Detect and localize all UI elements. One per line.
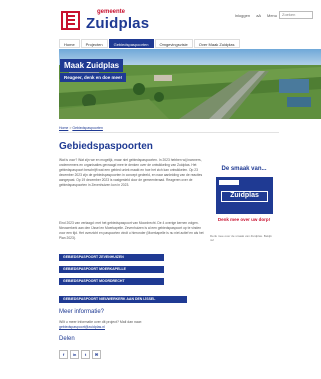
- more-info-text: Wilt u meer informatie over dit project?…: [59, 320, 179, 330]
- main-nav: Home Projecten Gebiedspaspoorten Omgevin…: [59, 39, 241, 48]
- mail-icon[interactable]: ✉: [92, 350, 101, 359]
- hero-subtitle: Reageer, denk en doe mee!: [60, 73, 127, 82]
- moerkapelle-button[interactable]: GEBIEDSPASPOORT MOERKAPELLE: [59, 266, 164, 273]
- page: gemeente Zuidplas Inloggen aA Menu Zoeke…: [0, 0, 321, 379]
- twitter-icon[interactable]: t: [81, 350, 90, 359]
- nieuwerkerk-button[interactable]: GEBIEDSPASPOORT NIEUWERKERK AAN DEN IJSS…: [59, 296, 187, 303]
- linkedin-icon[interactable]: in: [70, 350, 79, 359]
- breadcrumb: Home > Gebiedspaspoorten: [59, 126, 103, 130]
- logo-title[interactable]: Zuidplas: [86, 15, 149, 32]
- search-input[interactable]: Zoeken: [279, 11, 313, 19]
- poster-callout: Denk mee over uw dorp!: [217, 217, 271, 222]
- moordrecht-button[interactable]: GEBIEDSPASPOORT MOORDRECHT: [59, 278, 164, 285]
- zevenhuizen-button[interactable]: GEBIEDSPASPOORT ZEVENHUIZEN: [59, 254, 164, 261]
- second-paragraph: Eind 2023 van verlaagd: met het gebiedsp…: [59, 221, 204, 240]
- hero-title: Maak Zuidplas: [60, 59, 124, 72]
- menu-link[interactable]: Menu: [267, 13, 277, 18]
- intro-paragraph: Wat is voor? Wat zijn we en mogelijk, ma…: [59, 158, 203, 187]
- poster-caption: Denk mee over de smaak van Zuidplas. Bek…: [210, 234, 272, 242]
- nav-item-home[interactable]: Home: [59, 39, 80, 48]
- sign-plate: [219, 180, 239, 185]
- nav-item-omgevingsvisie[interactable]: Omgevingsvisie: [154, 39, 193, 48]
- text-size-link[interactable]: aA: [256, 13, 261, 18]
- nav-item-projecten[interactable]: Projecten: [80, 39, 108, 48]
- campaign-poster[interactable]: De smaak van... Zuidplas Denk mee over u…: [210, 163, 278, 233]
- municipality-logo-icon[interactable]: [61, 11, 80, 30]
- login-link[interactable]: Inloggen: [235, 13, 250, 18]
- poster-title: De smaak van...: [221, 166, 267, 172]
- more-info-heading: Meer informatie?: [59, 309, 105, 315]
- utility-links: Inloggen aA Menu: [230, 13, 277, 18]
- facebook-icon[interactable]: f: [59, 350, 68, 359]
- page-title: Gebiedspaspoorten: [59, 141, 153, 152]
- more-info-label: Wilt u meer informatie over dit project?…: [59, 320, 143, 324]
- nav-item-over[interactable]: Over Maak Zuidplas: [193, 39, 240, 48]
- contact-email-link[interactable]: gebiedspaspoort@zuidplas.nl: [59, 325, 105, 329]
- breadcrumb-home-link[interactable]: Home: [59, 126, 68, 130]
- poster-town-name: Zuidplas: [221, 191, 268, 202]
- share-buttons: f in t ✉: [59, 350, 103, 359]
- divider: [59, 132, 279, 133]
- nav-item-gebiedspaspoorten[interactable]: Gebiedspaspoorten: [108, 39, 154, 48]
- share-heading: Delen: [59, 336, 75, 342]
- poster-sign: Zuidplas: [216, 177, 273, 214]
- site-header: gemeente Zuidplas Inloggen aA Menu Zoeke…: [0, 0, 321, 36]
- breadcrumb-current[interactable]: Gebiedspaspoorten: [72, 126, 103, 130]
